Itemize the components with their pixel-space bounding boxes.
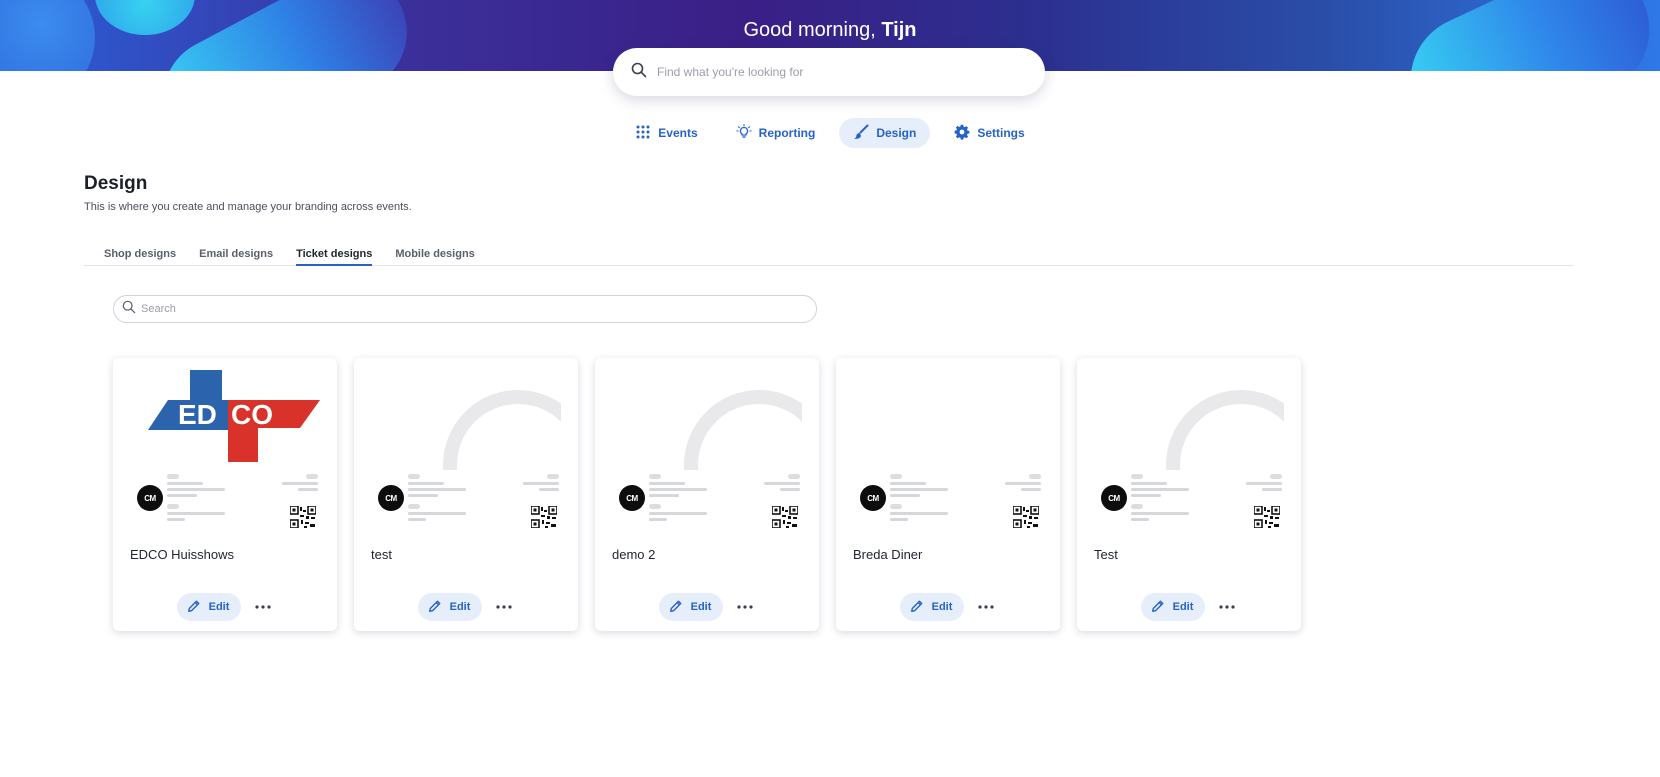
nav-item-settings[interactable]: Settings <box>940 118 1038 148</box>
more-options-icon[interactable] <box>253 597 273 617</box>
edit-button[interactable]: Edit <box>417 593 483 621</box>
tab-mobile-designs[interactable]: Mobile designs <box>395 240 474 266</box>
card-preview-image <box>1094 368 1284 470</box>
edit-label: Edit <box>690 601 712 613</box>
design-name: EDCO Huisshows <box>130 547 235 562</box>
main-nav: Events Reporting Design Settings <box>0 118 1660 148</box>
ticket-preview: CM <box>130 470 320 530</box>
svg-text:ED: ED <box>178 399 217 430</box>
pencil-icon <box>428 599 442 616</box>
global-search-input[interactable] <box>657 65 1017 79</box>
nav-item-design[interactable]: Design <box>839 118 931 148</box>
greeting-user-name: Tijn <box>881 19 917 41</box>
card-actions: Edit <box>113 593 337 621</box>
design-card[interactable]: ED CO CM EDCO Huisshows Edit <box>113 358 337 631</box>
more-options-icon[interactable] <box>1217 597 1237 617</box>
card-actions: Edit <box>1077 593 1301 621</box>
qr-code-icon <box>1254 506 1280 528</box>
ticket-preview: CM <box>853 470 1043 530</box>
cm-logo-icon: CM <box>860 485 886 511</box>
ticket-design-list: ED CO CM EDCO Huisshows Edit CM test Edi… <box>113 358 1301 631</box>
qr-code-icon <box>1013 506 1039 528</box>
edit-label: Edit <box>931 601 953 613</box>
gear-icon <box>954 124 970 143</box>
page-title: Design <box>84 173 148 194</box>
design-name: Breda Diner <box>853 547 923 562</box>
card-actions: Edit <box>354 593 578 621</box>
pencil-icon <box>669 599 683 616</box>
search-icon <box>631 62 647 83</box>
nav-item-label: Design <box>876 126 917 140</box>
search-icon <box>122 300 136 319</box>
more-options-icon[interactable] <box>494 597 514 617</box>
card-actions: Edit <box>836 593 1060 621</box>
cm-watermark-image <box>1166 390 1284 470</box>
pencil-icon <box>1151 599 1165 616</box>
design-name: Test <box>1094 547 1118 562</box>
design-name: test <box>371 547 392 562</box>
tab-ticket-designs[interactable]: Ticket designs <box>296 240 373 266</box>
design-name: demo 2 <box>612 547 656 562</box>
ticket-preview: CM <box>371 470 561 530</box>
card-preview-image <box>612 368 802 470</box>
nav-item-events[interactable]: Events <box>621 118 711 148</box>
design-card[interactable]: CM test Edit <box>354 358 578 631</box>
design-card[interactable]: CM demo 2 Edit <box>595 358 819 631</box>
svg-text:CO: CO <box>231 399 273 430</box>
page-subtitle: This is where you create and manage your… <box>84 201 412 213</box>
pencil-icon <box>187 599 201 616</box>
edit-label: Edit <box>208 601 230 613</box>
cm-logo-icon: CM <box>619 485 645 511</box>
lightbulb-icon <box>735 123 752 143</box>
ticket-preview: CM <box>1094 470 1284 530</box>
edit-label: Edit <box>449 601 471 613</box>
cm-logo-icon: CM <box>378 485 404 511</box>
edit-button[interactable]: Edit <box>1140 593 1206 621</box>
qr-code-icon <box>772 506 798 528</box>
design-search-bar[interactable] <box>113 295 817 323</box>
design-card[interactable]: CM Test Edit <box>1077 358 1301 631</box>
card-actions: Edit <box>595 593 819 621</box>
edco-logo-image: ED CO <box>148 370 320 462</box>
qr-code-icon <box>531 506 557 528</box>
more-options-icon[interactable] <box>735 597 755 617</box>
edit-button[interactable]: Edit <box>176 593 242 621</box>
qr-code-icon <box>290 506 316 528</box>
greeting: Good morning, Tijn <box>0 19 1660 42</box>
paintbrush-icon <box>853 124 869 143</box>
design-search-input[interactable] <box>141 303 791 315</box>
edit-label: Edit <box>1172 601 1194 613</box>
tab-email-designs[interactable]: Email designs <box>199 240 273 266</box>
design-tabs: Shop designs Email designs Ticket design… <box>84 240 1574 266</box>
card-preview-image <box>371 368 561 470</box>
edit-button[interactable]: Edit <box>899 593 965 621</box>
cm-watermark-image <box>443 390 561 470</box>
more-options-icon[interactable] <box>976 597 996 617</box>
design-card[interactable]: CM Breda Diner Edit <box>836 358 1060 631</box>
edit-button[interactable]: Edit <box>658 593 724 621</box>
nav-item-reporting[interactable]: Reporting <box>722 118 830 148</box>
nav-item-label: Reporting <box>758 126 816 140</box>
tab-shop-designs[interactable]: Shop designs <box>104 240 176 266</box>
nav-item-label: Events <box>658 126 698 140</box>
card-preview-image: ED CO <box>130 368 320 470</box>
ticket-preview: CM <box>612 470 802 530</box>
pencil-icon <box>910 599 924 616</box>
nav-item-label: Settings <box>977 126 1025 140</box>
grid-icon <box>635 124 651 143</box>
global-search-bar[interactable] <box>613 48 1045 96</box>
cm-logo-icon: CM <box>137 485 163 511</box>
card-preview-image <box>853 368 1043 470</box>
cm-logo-icon: CM <box>1101 485 1127 511</box>
greeting-prefix: Good morning, <box>743 19 876 41</box>
cm-watermark-image <box>684 390 802 470</box>
